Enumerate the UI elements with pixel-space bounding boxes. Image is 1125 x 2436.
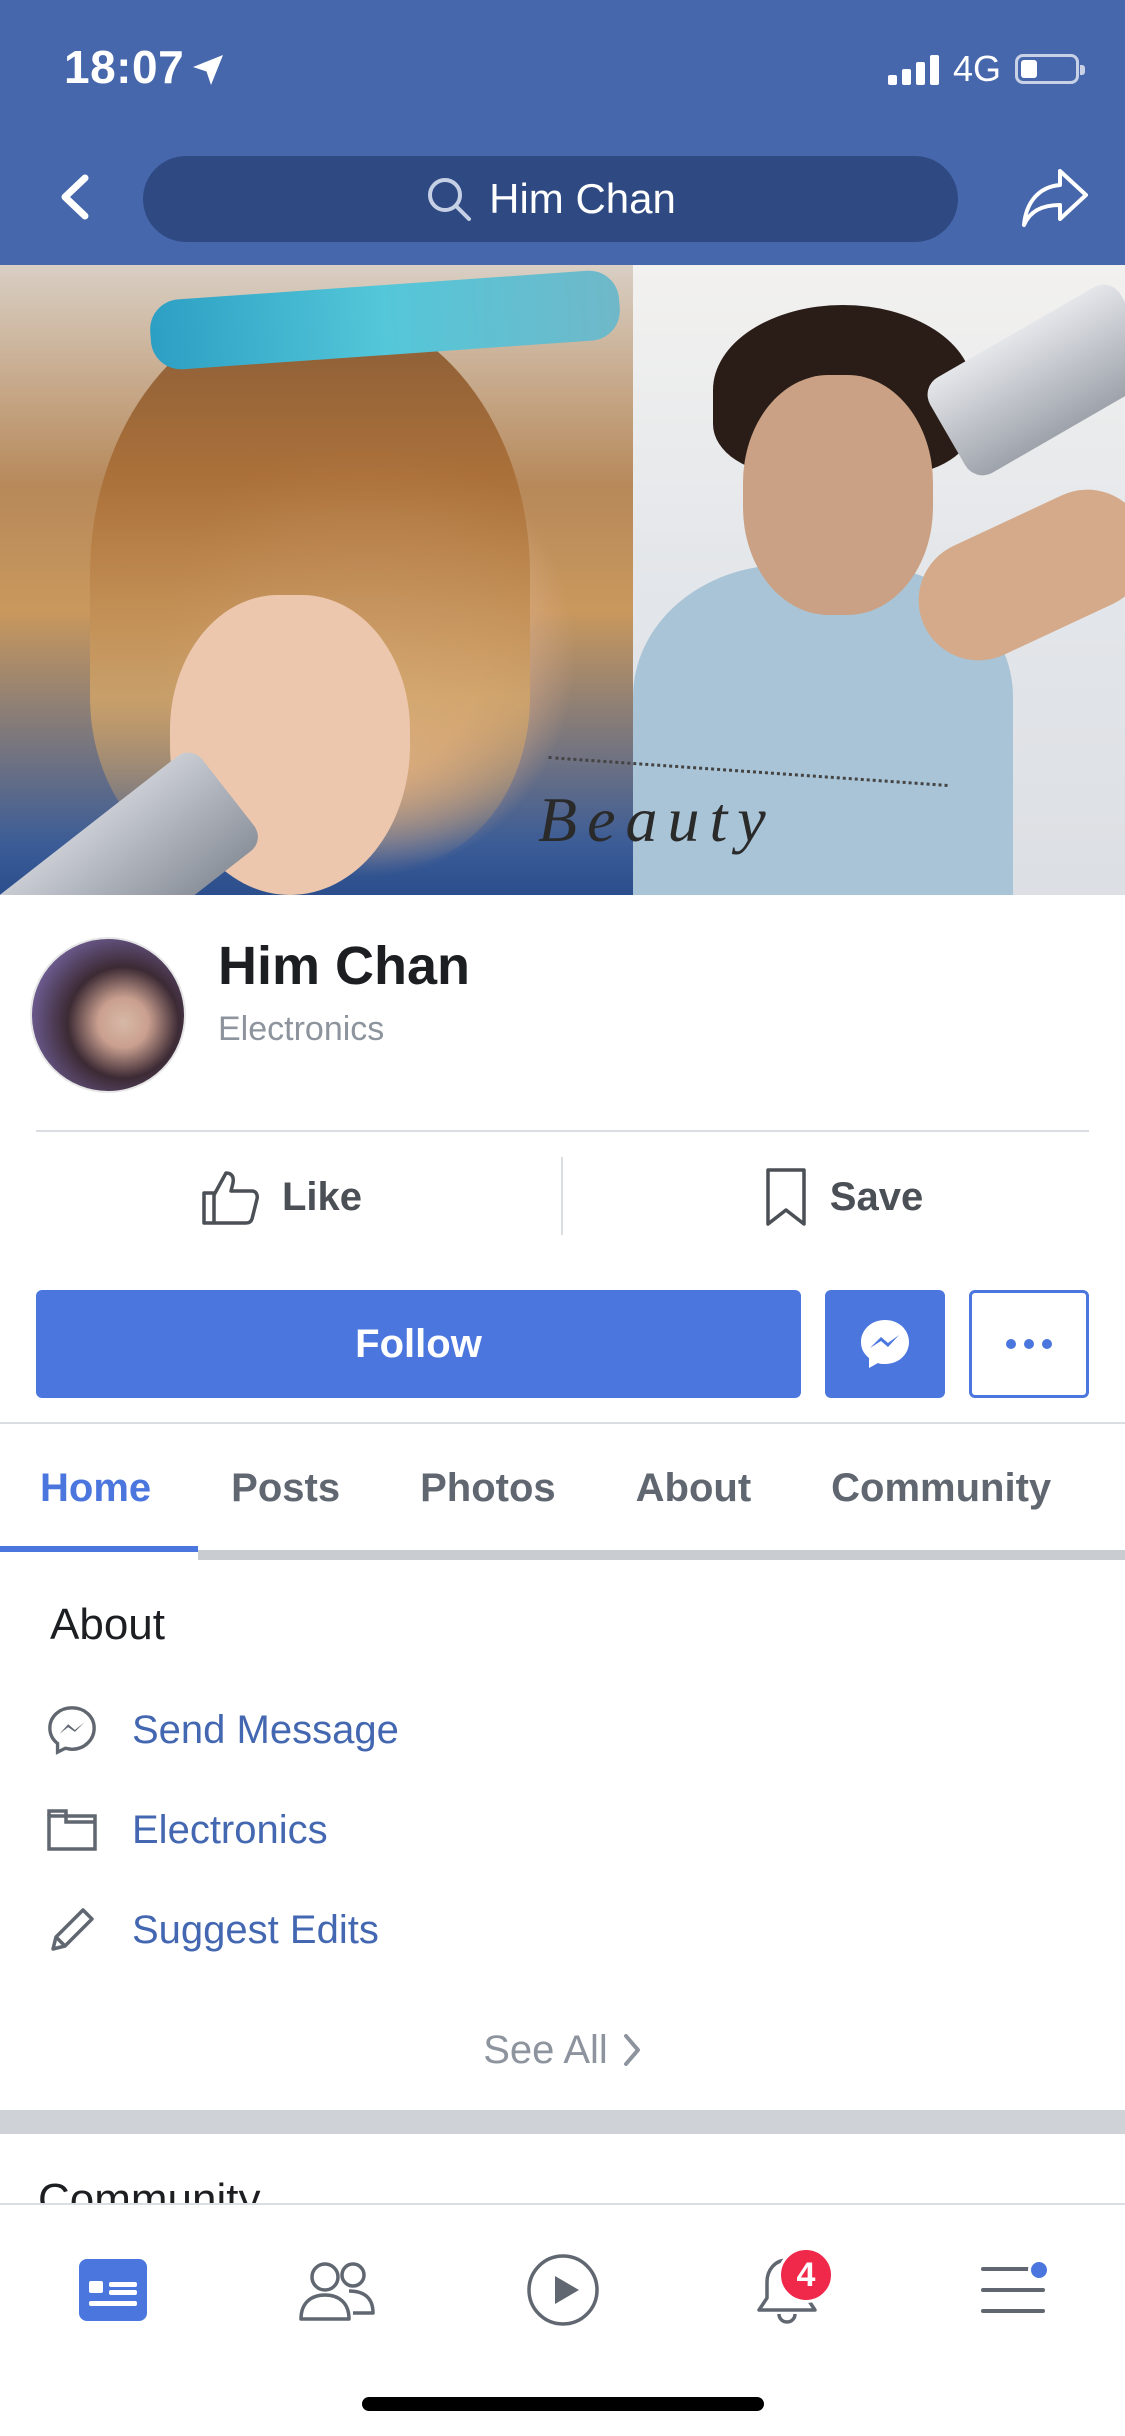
messenger-outline-icon — [42, 1700, 102, 1760]
status-time: 18:07 — [64, 41, 185, 93]
next-section-title: Community — [38, 2175, 261, 2205]
dot — [1024, 1339, 1034, 1349]
about-item-send-message[interactable]: Send Message — [0, 1685, 1125, 1775]
notification-badge: 4 — [778, 2247, 834, 2303]
share-button[interactable] — [1015, 158, 1095, 238]
page-title: Him Chan — [218, 936, 471, 996]
divider — [36, 1130, 1089, 1132]
signal-icon — [887, 53, 939, 85]
cover-caption: Beauty — [538, 784, 776, 855]
see-all-label: See All — [483, 2027, 608, 2072]
news-feed-icon — [79, 2259, 147, 2321]
about-item-category[interactable]: Electronics — [0, 1785, 1125, 1875]
about-item-label: Send Message — [132, 1707, 399, 1752]
tab-watch[interactable] — [508, 2235, 618, 2345]
dot — [1042, 1339, 1052, 1349]
tab-posts[interactable]: Posts — [151, 1424, 340, 1552]
tab-notifications[interactable]: 4 — [732, 2235, 842, 2345]
tab-photos[interactable]: Photos — [340, 1424, 556, 1552]
avatar[interactable] — [30, 937, 186, 1093]
status-bar: 18:07 4G — [0, 0, 1125, 132]
bookmark-icon — [766, 1168, 806, 1226]
active-tab-indicator — [0, 1546, 198, 1552]
more-options-button[interactable] — [969, 1290, 1089, 1398]
network-label: 4G — [952, 48, 1001, 89]
page-category: Electronics — [218, 1010, 385, 1048]
tabs-bottom-border — [198, 1550, 1125, 1560]
search-icon — [428, 178, 472, 221]
watch-icon — [527, 2254, 599, 2326]
save-label: Save — [829, 1174, 924, 1219]
tab-about[interactable]: About — [556, 1424, 752, 1552]
follow-button[interactable]: Follow — [36, 1290, 801, 1398]
friends-icon — [299, 2262, 375, 2321]
see-all-link[interactable]: See All — [0, 2015, 1125, 2085]
tab-community[interactable]: Community — [751, 1424, 1051, 1552]
share-arrow-icon — [1022, 169, 1088, 227]
chevron-right-icon — [623, 2034, 640, 2066]
save-button[interactable]: Save — [562, 1137, 1125, 1257]
page-tabs: Home Posts Photos About Community — [0, 1424, 1125, 1552]
section-separator — [0, 2110, 1125, 2134]
search-text: Him Chan — [489, 175, 676, 222]
profile-header: Him Chan Electronics — [0, 895, 1125, 1135]
pencil-icon — [42, 1900, 102, 1960]
about-section: About Send Message Electronics Suggest E… — [0, 1560, 1125, 2110]
section-title: About — [50, 1600, 165, 1649]
tab-home[interactable]: Home — [0, 1424, 151, 1552]
cover-photo[interactable]: Beauty — [0, 265, 1125, 895]
action-row: Like Save — [0, 1137, 1125, 1257]
back-button[interactable] — [40, 162, 110, 232]
follow-row: Follow — [0, 1290, 1125, 1398]
tab-friends[interactable] — [282, 2235, 392, 2345]
dot — [1006, 1339, 1016, 1349]
messenger-icon — [861, 1320, 909, 1368]
folder-icon — [42, 1800, 102, 1860]
thumbs-up-icon — [202, 1171, 259, 1225]
search-bar[interactable]: Him Chan — [143, 156, 958, 242]
message-button[interactable] — [825, 1290, 945, 1398]
chevron-left-icon — [61, 174, 89, 220]
location-arrow-icon — [193, 55, 223, 85]
status-indicators: 4G — [887, 48, 1085, 90]
tab-news-feed[interactable] — [58, 2235, 168, 2345]
about-item-suggest-edits[interactable]: Suggest Edits — [0, 1885, 1125, 1975]
menu-indicator-dot — [1028, 2259, 1050, 2281]
like-label: Like — [281, 1174, 363, 1219]
tab-menu[interactable] — [958, 2235, 1068, 2345]
about-item-label: Suggest Edits — [132, 1907, 379, 1952]
battery-icon — [1015, 54, 1085, 84]
about-item-label: Electronics — [132, 1807, 328, 1852]
nav-bar: Him Chan — [0, 132, 1125, 265]
like-button[interactable]: Like — [0, 1137, 562, 1257]
home-indicator[interactable] — [362, 2397, 764, 2411]
